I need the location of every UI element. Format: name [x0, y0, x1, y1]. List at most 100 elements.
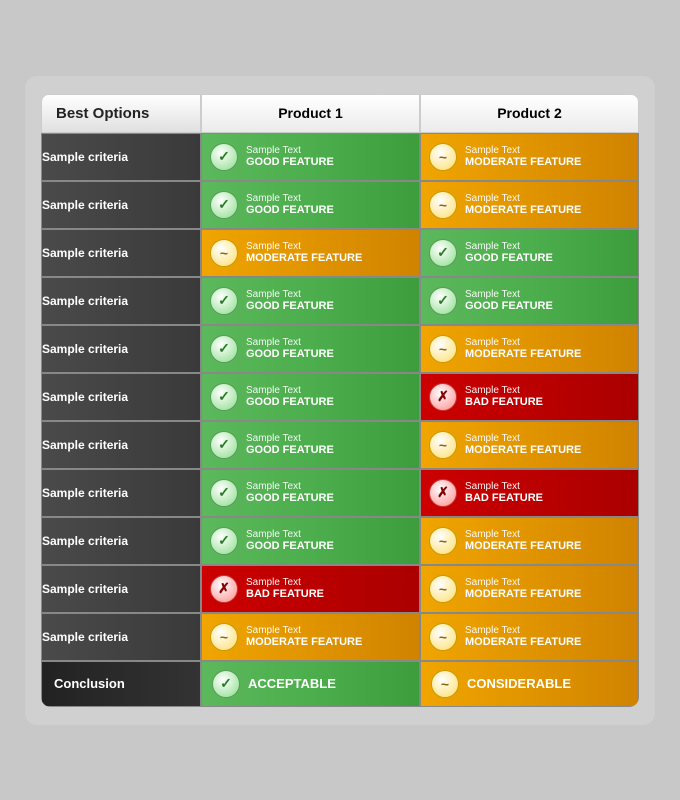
good-icon: ✓ — [210, 431, 238, 459]
feature-text: Sample TextMODERATE FEATURE — [246, 625, 362, 648]
feature-text: Sample TextMODERATE FEATURE — [465, 145, 581, 168]
feature-text: Sample TextGOOD FEATURE — [246, 289, 334, 312]
moderate-icon: ~ — [429, 335, 457, 363]
feature-text: Sample TextMODERATE FEATURE — [465, 625, 581, 648]
feature-cell: ~ Sample TextMODERATE FEATURE — [201, 613, 420, 661]
moderate-icon: ~ — [210, 623, 238, 651]
feature-subtitle: Sample Text — [465, 337, 581, 348]
feature-cell: ✗ Sample TextBAD FEATURE — [420, 469, 639, 517]
feature-text: Sample TextBAD FEATURE — [465, 385, 543, 408]
feature-text: Sample TextGOOD FEATURE — [246, 193, 334, 216]
feature-cell: ✗Sample TextBAD FEATURE — [201, 565, 420, 613]
feature-title: MODERATE FEATURE — [465, 444, 581, 456]
feature-title: GOOD FEATURE — [465, 252, 553, 264]
moderate-icon: ~ — [429, 527, 457, 555]
conclusion-row: Conclusion✓ACCEPTABLE~CONSIDERABLE — [41, 661, 639, 707]
criteria-cell: Sample criteria — [41, 421, 201, 469]
feature-inner-good: ✓Sample TextGOOD FEATURE — [421, 230, 638, 276]
feature-inner-moderate: ~Sample TextMODERATE FEATURE — [421, 614, 638, 660]
criteria-cell: Sample criteria — [41, 373, 201, 421]
feature-title: GOOD FEATURE — [246, 300, 334, 312]
table-row: Sample criteria✓Sample TextGOOD FEATURE✓… — [41, 277, 639, 325]
feature-inner-moderate: ~Sample TextMODERATE FEATURE — [421, 326, 638, 372]
feature-cell: ✓Sample TextGOOD FEATURE — [201, 517, 420, 565]
feature-subtitle: Sample Text — [465, 385, 543, 396]
feature-inner-moderate: ~ Sample TextMODERATE FEATURE — [421, 518, 638, 564]
feature-inner-moderate: ~Sample TextMODERATE FEATURE — [421, 422, 638, 468]
bad-icon: ✗ — [429, 479, 457, 507]
criteria-cell: Sample criteria — [41, 133, 201, 181]
feature-cell: ✓Sample TextGOOD FEATURE — [201, 133, 420, 181]
feature-inner-good: ✓Sample TextGOOD FEATURE — [202, 134, 419, 180]
feature-cell: ✓Sample TextGOOD FEATURE — [420, 229, 639, 277]
feature-text: Sample TextMODERATE FEATURE — [465, 577, 581, 600]
feature-text: Sample TextGOOD FEATURE — [465, 289, 553, 312]
conclusion-criteria: Conclusion — [41, 661, 201, 707]
feature-subtitle: Sample Text — [246, 577, 324, 588]
feature-title: GOOD FEATURE — [246, 348, 334, 360]
feature-inner-moderate: ~Sample TextMODERATE FEATURE — [202, 230, 419, 276]
moderate-icon: ~ — [429, 575, 457, 603]
feature-subtitle: Sample Text — [246, 145, 334, 156]
feature-title: GOOD FEATURE — [246, 156, 334, 168]
feature-cell: ~Sample TextMODERATE FEATURE — [201, 229, 420, 277]
feature-subtitle: Sample Text — [465, 193, 581, 204]
feature-cell: ~ Sample TextMODERATE FEATURE — [420, 565, 639, 613]
feature-cell: ✓ Sample TextGOOD FEATURE — [201, 469, 420, 517]
feature-subtitle: Sample Text — [246, 289, 334, 300]
criteria-cell: Sample criteria — [41, 613, 201, 661]
criteria-cell: Sample criteria — [41, 181, 201, 229]
feature-inner-good: ✓Sample TextGOOD FEATURE — [202, 278, 419, 324]
table-row: Sample criteria✓Sample TextGOOD FEATURE ✗… — [41, 373, 639, 421]
conclusion-inner-moderate: ~CONSIDERABLE — [421, 662, 638, 706]
table-wrapper: Best Options Product 1 Product 2 Sample … — [25, 76, 655, 725]
feature-text: Sample TextMODERATE FEATURE — [465, 529, 581, 552]
criteria-cell: Sample criteria — [41, 325, 201, 373]
feature-inner-good: ✓Sample TextGOOD FEATURE — [202, 518, 419, 564]
feature-cell: ~Sample TextMODERATE FEATURE — [420, 421, 639, 469]
good-icon: ✓ — [210, 191, 238, 219]
feature-cell: ~ Sample TextMODERATE FEATURE — [420, 517, 639, 565]
feature-title: MODERATE FEATURE — [465, 204, 581, 216]
feature-inner-good: ✓ Sample TextGOOD FEATURE — [202, 470, 419, 516]
feature-text: Sample TextMODERATE FEATURE — [465, 433, 581, 456]
feature-text: Sample TextMODERATE FEATURE — [465, 193, 581, 216]
moderate-icon: ~ — [429, 143, 457, 171]
feature-text: Sample TextGOOD FEATURE — [246, 337, 334, 360]
feature-text: Sample TextGOOD FEATURE — [246, 481, 334, 504]
feature-text: Sample TextGOOD FEATURE — [465, 241, 553, 264]
feature-text: Sample TextMODERATE FEATURE — [246, 241, 362, 264]
feature-cell: ~Sample TextMODERATE FEATURE — [420, 613, 639, 661]
table-row: Sample criteria✓Sample TextGOOD FEATURE ~… — [41, 133, 639, 181]
feature-inner-good: ✓Sample TextGOOD FEATURE — [202, 422, 419, 468]
table-row: Sample criteria ~ Sample TextMODERATE FEAT… — [41, 613, 639, 661]
feature-title: MODERATE FEATURE — [246, 636, 362, 648]
feature-cell: ~Sample TextMODERATE FEATURE — [420, 325, 639, 373]
feature-text: Sample TextGOOD FEATURE — [246, 385, 334, 408]
conclusion-inner-good: ✓ACCEPTABLE — [202, 662, 419, 706]
feature-subtitle: Sample Text — [465, 529, 581, 540]
table-row: Sample criteria✓Sample TextGOOD FEATURE~… — [41, 517, 639, 565]
feature-title: MODERATE FEATURE — [465, 156, 581, 168]
feature-subtitle: Sample Text — [246, 337, 334, 348]
feature-cell: ✓Sample TextGOOD FEATURE — [201, 277, 420, 325]
bad-icon: ✗ — [429, 383, 457, 411]
criteria-cell: Sample criteria — [41, 229, 201, 277]
feature-subtitle: Sample Text — [246, 193, 334, 204]
good-icon: ✓ — [210, 479, 238, 507]
comparison-table: Best Options Product 1 Product 2 Sample … — [41, 94, 639, 707]
header-row: Best Options Product 1 Product 2 — [41, 94, 639, 133]
feature-cell: ✓Sample TextGOOD FEATURE — [201, 373, 420, 421]
feature-text: Sample TextBAD FEATURE — [246, 577, 324, 600]
feature-text: Sample TextGOOD FEATURE — [246, 145, 334, 168]
conclusion-feature-cell: ~CONSIDERABLE — [420, 661, 639, 707]
feature-inner-good: ✓Sample TextGOOD FEATURE — [202, 326, 419, 372]
table-row: Sample criteria~Sample TextMODERATE FEAT… — [41, 229, 639, 277]
feature-title: GOOD FEATURE — [246, 396, 334, 408]
feature-subtitle: Sample Text — [465, 145, 581, 156]
feature-inner-bad: ✗Sample TextBAD FEATURE — [202, 566, 419, 612]
feature-subtitle: Sample Text — [246, 385, 334, 396]
feature-cell: ~Sample TextMODERATE FEATURE — [420, 181, 639, 229]
feature-title: GOOD FEATURE — [246, 540, 334, 552]
feature-text: Sample TextBAD FEATURE — [465, 481, 543, 504]
